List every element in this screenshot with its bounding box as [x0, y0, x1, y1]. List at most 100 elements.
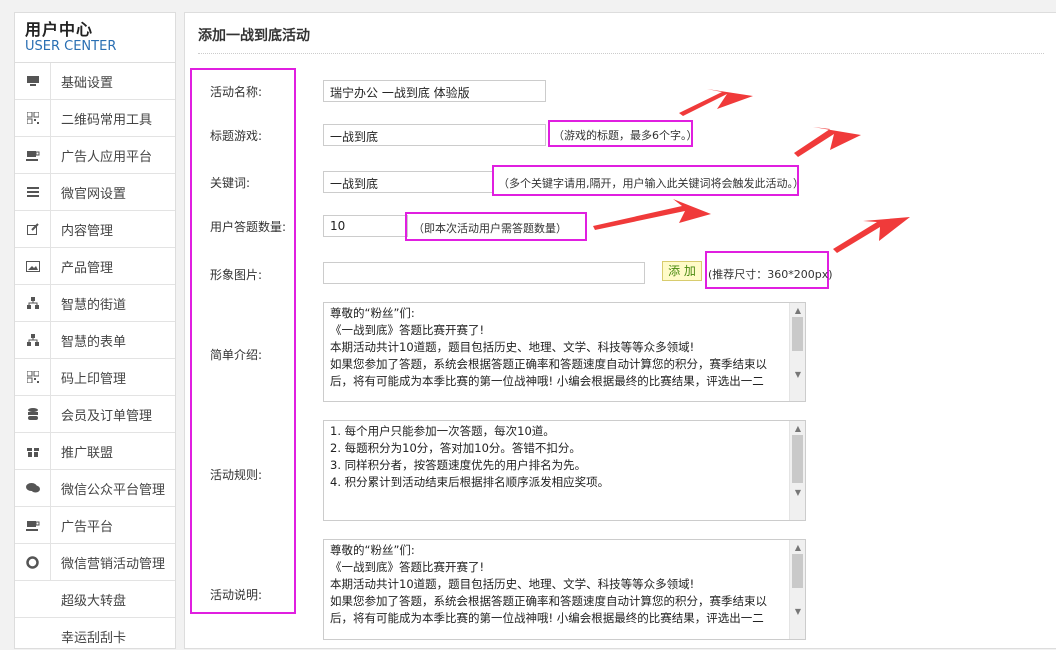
- chat-icon: [15, 470, 51, 506]
- description-scrollbar[interactable]: ▲ ▼: [789, 540, 805, 639]
- edit-icon: [15, 211, 51, 247]
- question-count-input[interactable]: 10: [323, 215, 408, 237]
- image-hint: (推荐尺寸：360*200px): [708, 268, 833, 281]
- sidebar-item-label: 微信公众平台管理: [61, 482, 166, 498]
- intro-line: 本期活动共计10道题，题目包括历史、地理、文学、科技等等众多领域!: [330, 340, 695, 354]
- question-count-label: 用户答题数量:: [210, 220, 287, 234]
- intro-textarea[interactable]: 尊敬的“粉丝”们: 《一战到底》答题比赛开赛了! 本期活动共计10道题，题目包括…: [323, 302, 806, 402]
- sidebar-item-advertiser-platform[interactable]: 广告人应用平台: [15, 137, 175, 174]
- sidebar-subitem-label: 超级大转盘: [61, 593, 127, 609]
- scrollbar-thumb[interactable]: [792, 317, 803, 351]
- sidebar-item-label: 基础设置: [61, 75, 114, 91]
- description-line: 《一战到底》答题比赛开赛了!: [330, 560, 485, 574]
- sidebar-item-promotion-alliance[interactable]: 推广联盟: [15, 433, 175, 470]
- sidebar-item-microsite-settings[interactable]: 微官网设置: [15, 174, 175, 211]
- sitemap-icon: [15, 322, 51, 358]
- sidebar-item-basic-settings[interactable]: 基础设置: [15, 63, 175, 100]
- brand: 用户中心 USER CENTER: [15, 13, 175, 63]
- rules-label: 活动规则:: [210, 468, 263, 482]
- sidebar-item-label: 智慧的街道: [61, 297, 127, 313]
- intro-line: 如果您参加了答题，系统会根据答题正确率和答题速度自动计算您的积分，赛季结束以: [330, 357, 767, 371]
- image-icon: [15, 248, 51, 284]
- sidebar-item-label: 微官网设置: [61, 186, 127, 202]
- rules-textarea[interactable]: 1. 每个用户只能参加一次答题，每次10道。 2. 每题积分为10分，答对加10…: [323, 420, 806, 521]
- sidebar-item-smart-form[interactable]: 智慧的表单: [15, 322, 175, 359]
- description-label: 活动说明:: [210, 588, 263, 602]
- database-icon: [15, 396, 51, 432]
- sidebar-item-label: 广告人应用平台: [61, 149, 153, 165]
- sidebar-item-wechat-marketing[interactable]: 微信营销活动管理: [15, 544, 175, 581]
- main-panel: 添加一战到底活动 活动名称: 瑞宁办公 一战到底 体验版 标题游戏: 一战到底 …: [184, 12, 1056, 649]
- sidebar-item-product-management[interactable]: 产品管理: [15, 248, 175, 285]
- labels-highlight-box: [190, 68, 296, 614]
- rules-line: 3. 同样积分者，按答题速度优先的用户排名为先。: [330, 458, 587, 472]
- qrcode-icon: [15, 100, 51, 136]
- game-title-input[interactable]: 一战到底: [323, 124, 546, 146]
- scrollbar-thumb[interactable]: [792, 554, 803, 588]
- sidebar-item-label: 码上印管理: [61, 371, 127, 387]
- gift-icon: [15, 433, 51, 469]
- sidebar-subitem-big-wheel[interactable]: 超级大转盘: [15, 581, 175, 618]
- intro-scrollbar[interactable]: ▲ ▼: [789, 303, 805, 401]
- coffee-icon: [15, 137, 51, 173]
- sidebar: 用户中心 USER CENTER 基础设置 二维码常用工具 广告人应用平台 微官…: [14, 12, 176, 649]
- intro-line: 尊敬的“粉丝”们:: [330, 306, 415, 320]
- keywords-label: 关键词:: [210, 176, 251, 190]
- question-count-hint: （即本次活动用户需答题数量）: [413, 222, 567, 235]
- sidebar-item-smart-street[interactable]: 智慧的街道: [15, 285, 175, 322]
- lifebuoy-icon: [15, 544, 51, 580]
- page-title: 添加一战到底活动: [198, 28, 310, 44]
- scroll-down-icon[interactable]: ▼: [790, 606, 805, 618]
- qrcode-icon: [15, 359, 51, 395]
- scroll-down-icon[interactable]: ▼: [790, 369, 805, 381]
- add-image-button[interactable]: 添 加: [662, 261, 702, 281]
- image-url-input[interactable]: [323, 262, 645, 284]
- sidebar-item-content-management[interactable]: 内容管理: [15, 211, 175, 248]
- scroll-down-icon[interactable]: ▼: [790, 487, 805, 499]
- activity-name-input[interactable]: 瑞宁办公 一战到底 体验版: [323, 80, 546, 102]
- intro-line: 《一战到底》答题比赛开赛了!: [330, 323, 485, 337]
- sidebar-item-members-orders[interactable]: 会员及订单管理: [15, 396, 175, 433]
- game-title-hint: （游戏的标题，最多6个字。）: [553, 129, 698, 142]
- sidebar-item-wechat-public-platform[interactable]: 微信公众平台管理: [15, 470, 175, 507]
- sidebar-item-qrcode-tools[interactable]: 二维码常用工具: [15, 100, 175, 137]
- title-divider: [198, 53, 1044, 54]
- keywords-input[interactable]: 一战到底: [323, 171, 494, 193]
- sidebar-subitem-label: 幸运刮刮卡: [61, 630, 127, 646]
- sidebar-item-label: 微信营销活动管理: [61, 556, 166, 572]
- brand-subtitle: USER CENTER: [25, 39, 117, 54]
- description-line: 如果您参加了答题，系统会根据答题正确率和答题速度自动计算您的积分，赛季结束以: [330, 594, 767, 608]
- rules-line: 2. 每题积分为10分，答对加10分。答错不扣分。: [330, 441, 581, 455]
- scroll-up-icon[interactable]: ▲: [790, 305, 805, 317]
- sidebar-item-label: 会员及订单管理: [61, 408, 153, 424]
- red-arrow-icon: [679, 89, 753, 116]
- sidebar-item-code-print[interactable]: 码上印管理: [15, 359, 175, 396]
- sidebar-item-label: 内容管理: [61, 223, 114, 239]
- brand-title: 用户中心: [25, 20, 94, 39]
- sidebar-item-label: 产品管理: [61, 260, 114, 276]
- keywords-hint: （多个关键字请用,隔开，用户输入此关键词将会触发此活动。）: [498, 177, 804, 190]
- red-arrow-icon: [833, 217, 910, 253]
- activity-name-label: 活动名称:: [210, 85, 263, 99]
- scrollbar-thumb[interactable]: [792, 435, 803, 483]
- sitemap-icon: [15, 285, 51, 321]
- red-arrow-icon: [794, 127, 861, 157]
- description-textarea[interactable]: 尊敬的“粉丝”们: 《一战到底》答题比赛开赛了! 本期活动共计10道题，题目包括…: [323, 539, 806, 640]
- image-label: 形象图片:: [210, 268, 263, 282]
- intro-line: 后，将有可能成为本季比赛的第一位战神哦! 小编会根据最终的比赛结果，评选出一二: [330, 374, 764, 388]
- scroll-up-icon[interactable]: ▲: [790, 542, 805, 554]
- red-arrow-icon: [593, 199, 711, 230]
- rules-line: 1. 每个用户只能参加一次答题，每次10道。: [330, 424, 555, 438]
- monitor-icon: [15, 63, 51, 99]
- description-line: 后，将有可能成为本季比赛的第一位战神哦! 小编会根据最终的比赛结果，评选出一二: [330, 611, 764, 625]
- sidebar-item-label: 二维码常用工具: [61, 112, 153, 128]
- rules-scrollbar[interactable]: ▲ ▼: [789, 421, 805, 520]
- sidebar-item-label: 智慧的表单: [61, 334, 127, 350]
- sidebar-subitem-scratch-card[interactable]: 幸运刮刮卡: [15, 618, 175, 648]
- intro-label: 简单介绍:: [210, 348, 263, 362]
- description-line: 尊敬的“粉丝”们:: [330, 543, 415, 557]
- scroll-up-icon[interactable]: ▲: [790, 423, 805, 435]
- list-icon: [15, 174, 51, 210]
- sidebar-item-ad-platform[interactable]: 广告平台: [15, 507, 175, 544]
- sidebar-item-label: 广告平台: [61, 519, 114, 535]
